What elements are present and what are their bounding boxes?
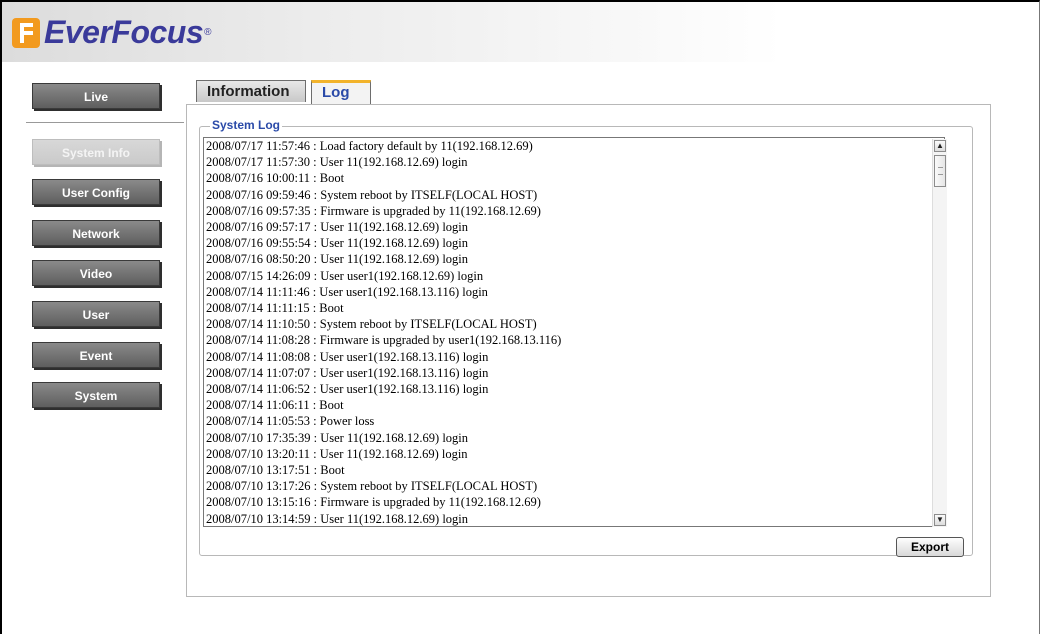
registered-mark: ® <box>204 27 212 38</box>
brand-name: EverFocus <box>44 14 204 50</box>
log-line: 2008/07/10 13:17:51 : Boot <box>206 463 345 478</box>
system-log-group: System Log 2008/07/17 11:57:46 : Load fa… <box>199 118 973 556</box>
log-line: 2008/07/10 13:15:16 : Firmware is upgrad… <box>206 495 541 510</box>
system-log-textarea[interactable]: 2008/07/17 11:57:46 : Load factory defau… <box>203 137 945 527</box>
log-lines: 2008/07/17 11:57:46 : Load factory defau… <box>204 138 944 526</box>
log-line: 2008/07/16 09:59:46 : System reboot by I… <box>206 187 538 202</box>
export-button[interactable]: Export <box>896 537 964 557</box>
log-line: 2008/07/10 13:14:59 : User 11(192.168.12… <box>206 511 469 526</box>
everfocus-logo-icon <box>12 17 40 48</box>
log-line: 2008/07/14 11:11:46 : User user1(192.168… <box>206 284 488 299</box>
log-scrollbar[interactable]: ▲ ▼ <box>932 139 947 527</box>
tab-information[interactable]: Information <box>196 80 306 102</box>
nav-user-button[interactable]: User <box>32 301 160 327</box>
nav-live-button[interactable]: Live <box>32 83 160 109</box>
log-line: 2008/07/14 11:07:07 : User user1(192.168… <box>206 365 489 380</box>
system-log-legend: System Log <box>210 118 283 132</box>
log-line: 2008/07/14 11:05:53 : Power loss <box>206 414 375 429</box>
log-line: 2008/07/17 11:57:30 : User 11(192.168.12… <box>206 155 468 170</box>
log-line: 2008/07/16 09:55:54 : User 11(192.168.12… <box>206 236 469 251</box>
log-line: 2008/07/14 11:08:28 : Firmware is upgrad… <box>206 333 562 348</box>
nav-network-button[interactable]: Network <box>32 220 160 246</box>
scroll-thumb-icon[interactable] <box>934 155 946 187</box>
log-line: 2008/07/14 11:10:50 : System reboot by I… <box>206 317 537 332</box>
log-line: 2008/07/17 11:57:46 : Load factory defau… <box>206 139 533 153</box>
scroll-up-icon[interactable]: ▲ <box>934 140 946 152</box>
log-line: 2008/07/14 11:06:11 : Boot <box>206 398 344 413</box>
log-line: 2008/07/16 09:57:17 : User 11(192.168.12… <box>206 220 469 235</box>
everfocus-logo: EverFocus ® <box>12 14 212 51</box>
log-panel: System Log 2008/07/17 11:57:46 : Load fa… <box>186 104 991 597</box>
nav-system-button[interactable]: System <box>32 382 160 408</box>
header-banner: EverFocus ® <box>2 2 782 62</box>
log-line: 2008/07/10 17:35:39 : User 11(192.168.12… <box>206 430 469 445</box>
nav-video-button[interactable]: Video <box>32 260 160 286</box>
sidebar-divider <box>26 122 184 123</box>
tab-log[interactable]: Log <box>311 80 371 105</box>
log-line: 2008/07/14 11:08:08 : User user1(192.168… <box>206 349 489 364</box>
log-line: 2008/07/16 10:00:11 : Boot <box>206 171 345 186</box>
log-line: 2008/07/10 13:20:11 : User 11(192.168.12… <box>206 446 468 461</box>
log-line: 2008/07/15 14:26:09 : User user1(192.168… <box>206 268 484 283</box>
log-line: 2008/07/14 11:11:15 : Boot <box>206 301 344 316</box>
nav-system-info-button[interactable]: System Info <box>32 139 160 165</box>
scroll-down-icon[interactable]: ▼ <box>934 514 946 526</box>
log-line: 2008/07/10 13:17:26 : System reboot by I… <box>206 479 538 494</box>
nav-event-button[interactable]: Event <box>32 342 160 368</box>
log-line: 2008/07/16 08:50:20 : User 11(192.168.12… <box>206 252 469 267</box>
nav-user-config-button[interactable]: User Config <box>32 179 160 205</box>
log-line: 2008/07/16 09:57:35 : Firmware is upgrad… <box>206 203 541 218</box>
log-line: 2008/07/14 11:06:52 : User user1(192.168… <box>206 382 489 397</box>
